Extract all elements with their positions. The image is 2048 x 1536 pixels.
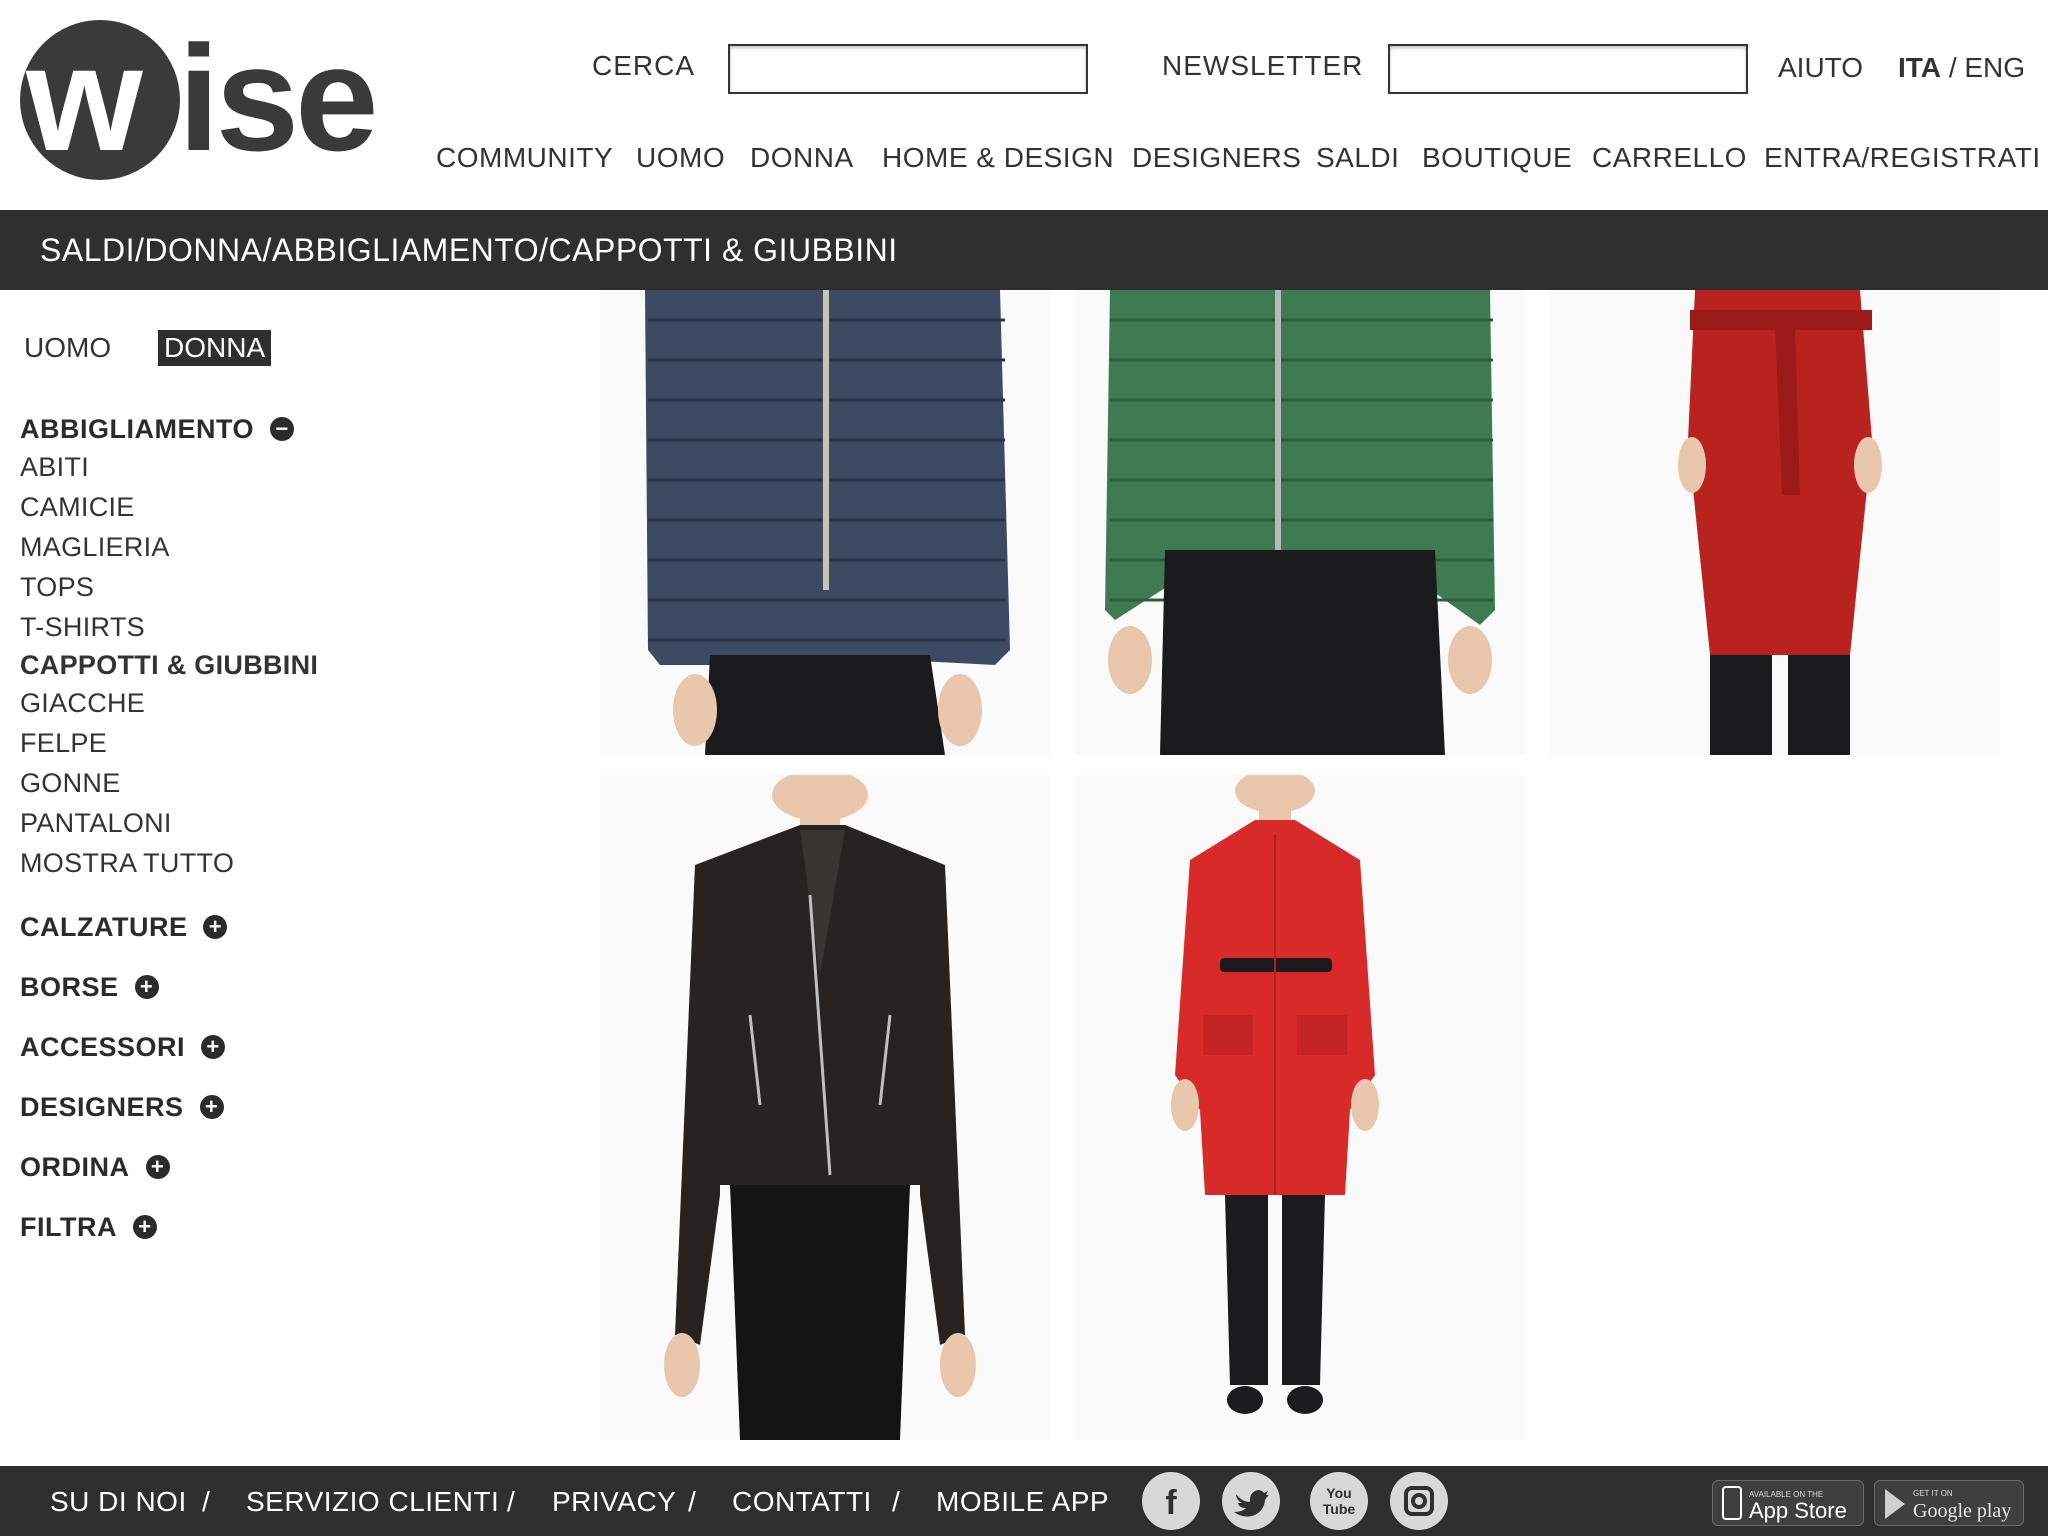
- category-abbigliamento[interactable]: ABBIGLIAMENTO −: [20, 414, 294, 445]
- nav-uomo[interactable]: UOMO: [636, 142, 725, 174]
- google-play-big-text: Google play: [1913, 1500, 2011, 1522]
- category-borse[interactable]: BORSE +: [20, 972, 159, 1003]
- category-label: BORSE: [20, 972, 119, 1002]
- breadcrumb: SALDI/DONNA/ABBIGLIAMENTO/CAPPOTTI & GIU…: [40, 232, 898, 268]
- subcategory-abiti[interactable]: ABITI: [20, 452, 89, 483]
- nav-entra-registrati[interactable]: ENTRA/REGISTRATI: [1764, 142, 2041, 174]
- nav-home-design[interactable]: HOME & DESIGN: [882, 142, 1114, 174]
- svg-text:f: f: [1165, 1484, 1177, 1522]
- instagram-icon[interactable]: [1390, 1472, 1448, 1530]
- lang-ita[interactable]: ITA: [1898, 52, 1941, 83]
- product-image: [1075, 290, 1525, 755]
- product-card-green-jacket[interactable]: [1075, 290, 1525, 755]
- subcategory-mostra-tutto[interactable]: MOSTRA TUTTO: [20, 848, 234, 879]
- product-card-black-leather-jacket[interactable]: [600, 775, 1050, 1440]
- google-play-small-text: GET IT ON: [1913, 1489, 1953, 1498]
- subcategory-pantaloni[interactable]: PANTALONI: [20, 808, 172, 839]
- app-store-badge[interactable]: AVAILABLE ON THE App Store: [1712, 1480, 1864, 1526]
- header-tools: CERCA NEWSLETTER AIUTO ITA / ENG: [0, 44, 2048, 94]
- subcategory-cappotti-giubbini[interactable]: CAPPOTTI & GIUBBINI: [20, 650, 318, 681]
- lang-separator: /: [1948, 52, 1957, 83]
- footer-separator: /: [688, 1486, 697, 1517]
- category-label: DESIGNERS: [20, 1092, 184, 1122]
- footer-link-contatti[interactable]: CONTATTI: [732, 1486, 872, 1518]
- nav-community[interactable]: COMMUNITY: [436, 142, 613, 174]
- product-card-red-coat[interactable]: [1550, 290, 2000, 755]
- category-label: ACCESSORI: [20, 1032, 186, 1062]
- nav-saldi[interactable]: SALDI: [1316, 142, 1399, 174]
- subcategory-t-shirts[interactable]: T-SHIRTS: [20, 612, 145, 643]
- nav-boutique[interactable]: BOUTIQUE: [1422, 142, 1572, 174]
- product-image: [600, 775, 1050, 1440]
- subcategory-giacche[interactable]: GIACCHE: [20, 688, 145, 719]
- gender-donna[interactable]: DONNA: [158, 330, 272, 366]
- subcategory-felpe[interactable]: FELPE: [20, 728, 107, 759]
- language-switch: ITA / ENG: [1898, 52, 2025, 84]
- category-label: CALZATURE: [20, 912, 188, 942]
- nav-carrello[interactable]: CARRELLO: [1592, 142, 1747, 174]
- product-image: [1075, 775, 1525, 1440]
- category-accessori[interactable]: ACCESSORI +: [20, 1032, 226, 1063]
- footer-separator: /: [892, 1486, 901, 1517]
- footer-link-su-di-noi[interactable]: SU DI NOI: [50, 1486, 187, 1518]
- plus-circle-icon[interactable]: +: [134, 975, 159, 999]
- footer-link-mobile-app[interactable]: MOBILE APP: [936, 1486, 1109, 1518]
- google-play-badge[interactable]: GET IT ON Google play: [1874, 1480, 2024, 1526]
- help-link[interactable]: AIUTO: [1778, 52, 1863, 84]
- plus-circle-icon[interactable]: +: [132, 1215, 157, 1239]
- youtube-label-you: You: [1326, 1485, 1351, 1501]
- minus-circle-icon[interactable]: −: [270, 417, 294, 441]
- breadcrumb-bar: SALDI/DONNA/ABBIGLIAMENTO/CAPPOTTI & GIU…: [0, 210, 2048, 290]
- subcategory-camicie[interactable]: CAMICIE: [20, 492, 135, 523]
- newsletter-input[interactable]: [1388, 44, 1748, 94]
- plus-circle-icon[interactable]: +: [199, 1095, 224, 1119]
- plus-circle-icon[interactable]: +: [145, 1155, 170, 1179]
- site-header: w ise CERCA NEWSLETTER AIUTO ITA / ENG C…: [0, 0, 2048, 210]
- product-card-navy-jacket[interactable]: [600, 290, 1050, 755]
- nav-designers[interactable]: DESIGNERS: [1132, 142, 1301, 174]
- category-label: ORDINA: [20, 1152, 130, 1182]
- category-label: FILTRA: [20, 1212, 117, 1242]
- product-image: [1550, 290, 2000, 755]
- newsletter-label: NEWSLETTER: [1162, 50, 1364, 81]
- product-card-red-belted-coat[interactable]: [1075, 775, 1525, 1440]
- category-filtra[interactable]: FILTRA +: [20, 1212, 157, 1243]
- search-input[interactable]: [728, 44, 1088, 94]
- footer-link-servizio-clienti[interactable]: SERVIZIO CLIENTI: [246, 1486, 499, 1518]
- site-footer: SU DI NOI / SERVIZIO CLIENTI / PRIVACY /…: [0, 1466, 2048, 1536]
- subcategory-maglieria[interactable]: MAGLIERIA: [20, 532, 170, 563]
- footer-separator: /: [202, 1486, 211, 1517]
- plus-circle-icon[interactable]: +: [201, 1035, 226, 1059]
- subcategory-tops[interactable]: TOPS: [20, 572, 94, 603]
- category-sidebar: UOMO DONNA ABBIGLIAMENTO − ABITI CAMICIE …: [0, 290, 590, 1460]
- facebook-icon[interactable]: f: [1142, 1472, 1200, 1530]
- category-ordina[interactable]: ORDINA +: [20, 1152, 170, 1183]
- category-designers[interactable]: DESIGNERS +: [20, 1092, 224, 1123]
- footer-separator: /: [507, 1486, 516, 1517]
- plus-circle-icon[interactable]: +: [203, 915, 228, 939]
- lang-eng[interactable]: ENG: [1964, 52, 2025, 83]
- category-calzature[interactable]: CALZATURE +: [20, 912, 228, 943]
- footer-link-privacy[interactable]: PRIVACY: [552, 1486, 676, 1518]
- category-label: ABBIGLIAMENTO: [20, 414, 254, 444]
- twitter-icon[interactable]: [1222, 1472, 1280, 1530]
- youtube-label-tube: Tube: [1323, 1501, 1356, 1517]
- search-label: CERCA: [592, 50, 696, 81]
- nav-donna[interactable]: DONNA: [750, 142, 854, 174]
- youtube-icon[interactable]: You Tube: [1310, 1472, 1368, 1530]
- main-nav: COMMUNITY UOMO DONNA HOME & DESIGN DESIG…: [0, 142, 2048, 182]
- product-image: [600, 290, 1050, 755]
- subcategory-gonne[interactable]: GONNE: [20, 768, 121, 799]
- app-store-big-text: App Store: [1749, 1498, 1847, 1523]
- gender-uomo[interactable]: UOMO: [18, 330, 117, 366]
- product-grid: [600, 290, 2048, 1460]
